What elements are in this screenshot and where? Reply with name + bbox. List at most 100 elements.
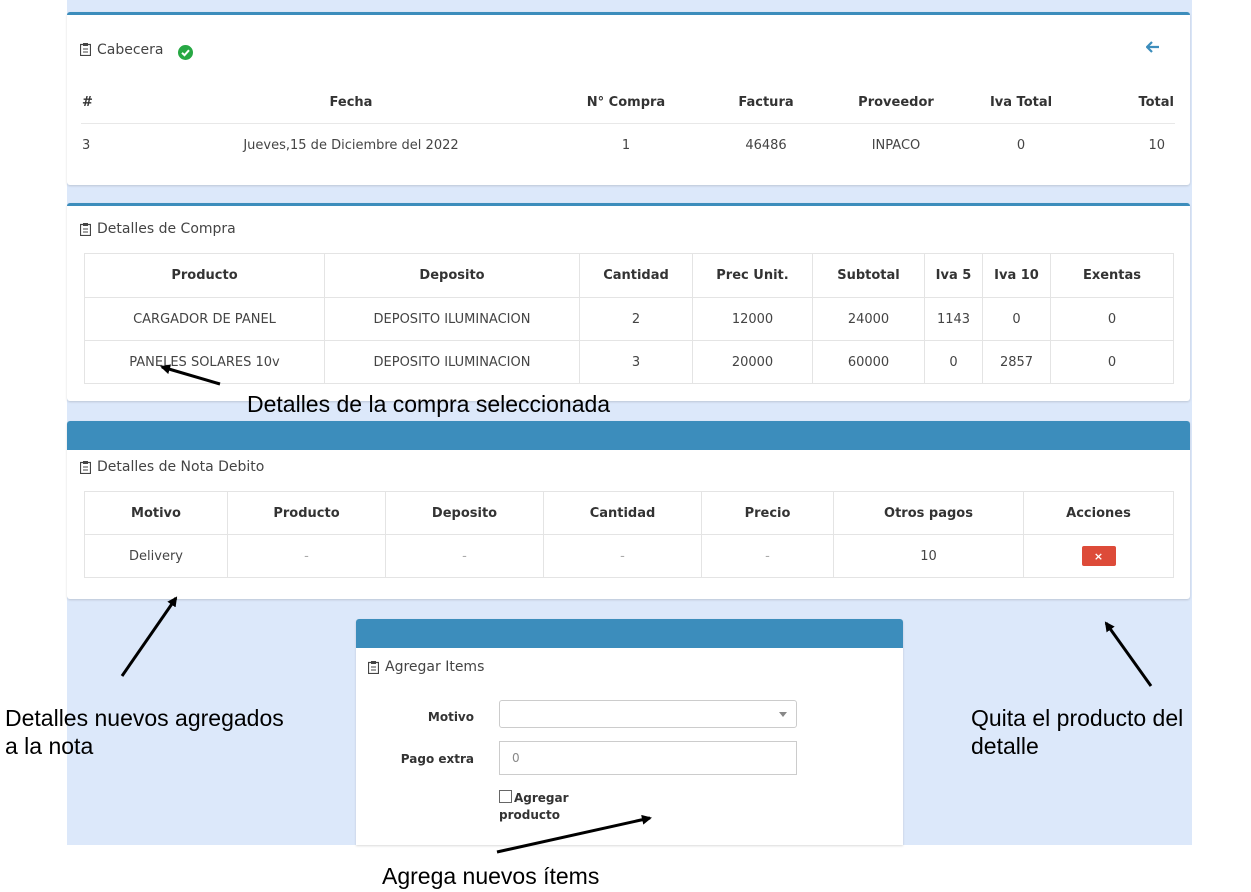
agregar-producto-checkbox-group: Agregar producto [499, 790, 569, 824]
col-acciones: Acciones [1023, 491, 1174, 535]
annotation-quita-producto: Quita el producto del detalle [971, 704, 1183, 760]
table-row: PANELES SOLARES 10v DEPOSITO ILUMINACION… [84, 340, 1174, 384]
cell-n-compra: 1 [621, 137, 631, 153]
annotation-detalles-nuevos: Detalles nuevos agregados a la nota [5, 704, 284, 760]
detalles-compra-header-row: Producto Deposito Cantidad Prec Unit. Su… [84, 253, 1174, 298]
col-subtotal: Subtotal [812, 253, 925, 298]
col-exentas: Exentas [1050, 253, 1174, 298]
detalles-nota-bar [67, 421, 1190, 450]
cell-cantidad: - [543, 534, 702, 578]
cell-otros-pagos: 10 [833, 534, 1024, 578]
cell-producto: - [227, 534, 386, 578]
cell-exentas: 0 [1050, 340, 1174, 384]
cell-deposito: DEPOSITO ILUMINACION [324, 297, 580, 341]
cell-iva10: 0 [982, 297, 1051, 341]
cell-proveedor: INPACO [871, 137, 921, 153]
agregar-items-header: Agregar Items [368, 659, 484, 675]
annotation-quita-producto-line2: detalle [971, 733, 1039, 759]
motivo-select[interactable] [499, 700, 797, 728]
cell-cantidad: 2 [579, 297, 693, 341]
cabecera-box: Cabecera # Fecha N° Compra Factura Prove… [67, 12, 1190, 185]
col-producto: Producto [227, 491, 386, 535]
cell-iva5: 0 [924, 340, 983, 384]
table-row: 3 Jueves,15 de Diciembre del 2022 1 4648… [81, 123, 1175, 167]
col-iva-total: Iva Total [989, 95, 1053, 111]
table-row: Delivery - - - - 10 × [84, 534, 1174, 578]
cell-num: 3 [82, 137, 91, 153]
agregar-items-title: Agregar Items [385, 659, 485, 675]
clipboard-icon [80, 460, 91, 474]
detalles-nota-header-row: Motivo Producto Deposito Cantidad Precio… [84, 491, 1174, 535]
agregar-items-box: Agregar Items Motivo Pago extra 0 Agrega… [356, 619, 903, 845]
detalles-nota-box: Detalles de Nota Debito Motivo Producto … [67, 421, 1190, 599]
col-num: # [82, 95, 93, 111]
cabecera-title: Cabecera [97, 41, 164, 58]
col-fecha: Fecha [329, 95, 373, 111]
cell-cantidad: 3 [579, 340, 693, 384]
annotation-quita-producto-line1: Quita el producto del [971, 705, 1184, 731]
delete-button[interactable]: × [1081, 546, 1116, 566]
clipboard-icon [80, 43, 91, 56]
clipboard-icon [368, 660, 379, 674]
cell-deposito: DEPOSITO ILUMINACION [324, 340, 580, 384]
col-factura: Factura [738, 95, 794, 111]
cell-acciones: × [1023, 534, 1174, 578]
cell-precio: - [701, 534, 834, 578]
detalles-compra-box: Detalles de Compra Producto Deposito Can… [67, 203, 1190, 401]
agregar-producto-checkbox[interactable] [499, 790, 512, 803]
col-prec-unit: Prec Unit. [692, 253, 813, 298]
cell-iva-total: 0 [1016, 137, 1026, 153]
checkbox-label-1: Agregar [514, 791, 569, 805]
cell-total: 10 [1148, 137, 1165, 153]
col-deposito: Deposito [385, 491, 544, 535]
annotation-agrega-items: Agrega nuevos ítems [382, 863, 600, 889]
check-circle-icon [177, 45, 193, 60]
cell-producto: PANELES SOLARES 10v [84, 340, 325, 384]
col-cantidad: Cantidad [543, 491, 702, 535]
cell-exentas: 0 [1050, 297, 1174, 341]
cell-prec-unit: 20000 [692, 340, 813, 384]
col-iva5: Iva 5 [924, 253, 983, 298]
agregar-items-bar [356, 619, 903, 648]
clipboard-icon [80, 222, 91, 236]
cell-subtotal: 24000 [812, 297, 925, 341]
cell-motivo: Delivery [84, 534, 228, 578]
detalles-nota-table: Motivo Producto Deposito Cantidad Precio… [84, 491, 1174, 578]
annotation-detalles-nuevos-line2: a la nota [5, 733, 94, 759]
cabecera-header-row: # Fecha N° Compra Factura Proveedor Iva … [81, 83, 1175, 123]
pago-extra-input[interactable]: 0 [499, 741, 797, 775]
checkbox-label-2: producto [499, 808, 560, 822]
col-motivo: Motivo [84, 491, 228, 535]
col-total: Total [1138, 95, 1174, 111]
table-row: CARGADOR DE PANEL DEPOSITO ILUMINACION 2… [84, 297, 1174, 341]
col-iva10: Iva 10 [982, 253, 1051, 298]
col-producto: Producto [84, 253, 325, 298]
annotation-detalles-compra: Detalles de la compra seleccionada [247, 391, 611, 417]
col-otros-pagos: Otros pagos [833, 491, 1024, 535]
motivo-label: Motivo [427, 710, 474, 724]
cell-prec-unit: 12000 [692, 297, 813, 341]
detalles-nota-header: Detalles de Nota Debito [80, 459, 264, 475]
cell-factura: 46486 [745, 137, 787, 153]
detalles-compra-title: Detalles de Compra [97, 221, 236, 237]
pago-extra-label: Pago extra [400, 752, 474, 766]
caret-down-icon [779, 712, 787, 717]
cell-iva10: 2857 [982, 340, 1051, 384]
detalles-nota-title: Detalles de Nota Debito [97, 459, 265, 475]
cabecera-table: # Fecha N° Compra Factura Proveedor Iva … [81, 83, 1175, 167]
cell-fecha: Jueves,15 de Diciembre del 2022 [243, 137, 459, 153]
col-n-compra: N° Compra [586, 95, 666, 111]
col-deposito: Deposito [324, 253, 580, 298]
cabecera-header: Cabecera [80, 39, 193, 60]
detalles-compra-table: Producto Deposito Cantidad Prec Unit. Su… [84, 253, 1174, 384]
back-arrow-icon[interactable] [1146, 41, 1160, 53]
col-cantidad: Cantidad [579, 253, 693, 298]
annotation-detalles-nuevos-line1: Detalles nuevos agregados [5, 705, 284, 731]
col-proveedor: Proveedor [858, 95, 934, 111]
pago-extra-value: 0 [512, 751, 520, 765]
cell-iva5: 1143 [924, 297, 983, 341]
col-precio: Precio [701, 491, 834, 535]
detalles-compra-header: Detalles de Compra [80, 221, 236, 237]
cell-producto: CARGADOR DE PANEL [84, 297, 325, 341]
cell-subtotal: 60000 [812, 340, 925, 384]
